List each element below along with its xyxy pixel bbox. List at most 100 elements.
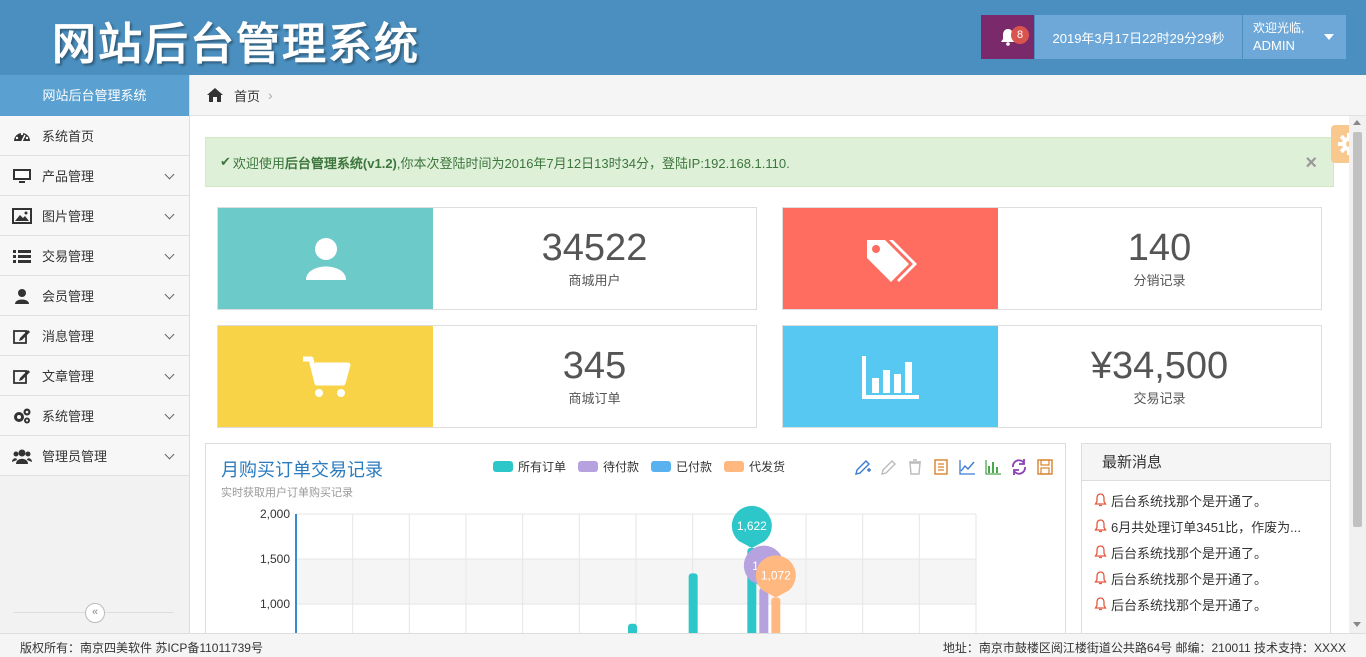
sidebar-item-home[interactable]: 系统首页 xyxy=(0,116,189,156)
stat-value: 345 xyxy=(562,345,627,387)
news-item[interactable]: 后台系统找那个是开通了。 xyxy=(1082,539,1330,565)
sidebar-item-label: 会员管理 xyxy=(42,289,95,304)
news-list: 后台系统找那个是开通了。 6月共处理订单3451比，作废为... 后台系统找那个… xyxy=(1082,481,1330,617)
chevron-down-icon xyxy=(164,209,175,220)
stat-value: 140 xyxy=(1127,227,1192,269)
edit-icon xyxy=(12,368,32,384)
sidebar-item-members[interactable]: 会员管理 xyxy=(0,276,189,316)
chevron-down-icon xyxy=(164,369,175,380)
sidebar-item-system[interactable]: 系统管理 xyxy=(0,396,189,436)
sidebar-item-articles[interactable]: 文章管理 xyxy=(0,356,189,396)
chevron-down-icon xyxy=(164,409,175,420)
tags-icon xyxy=(866,239,917,282)
scroll-down-arrow-icon[interactable] xyxy=(1353,622,1361,627)
sidebar-title: 网站后台管理系统 xyxy=(0,75,189,116)
stat-card-distribution[interactable]: 140 分销记录 xyxy=(782,207,1322,310)
y-tick-label: 2,000 xyxy=(260,507,290,521)
stat-icon-box xyxy=(218,326,433,427)
sidebar-item-products[interactable]: 产品管理 xyxy=(0,156,189,196)
breadcrumb-separator: › xyxy=(268,87,273,103)
news-text: 后台系统找那个是开通了。 xyxy=(1111,597,1268,613)
sidebar-item-label: 管理员管理 xyxy=(42,449,108,464)
sidebar-item-label: 图片管理 xyxy=(42,209,95,224)
news-item[interactable]: 6月共处理订单3451比，作废为... xyxy=(1082,513,1330,539)
welcome-alert: ✔ 欢迎使用 后台管理系统(v1.2) ,你本次登陆时间为2016年7月12日13时… xyxy=(205,137,1334,187)
stat-value: ¥34,500 xyxy=(1090,345,1229,387)
collapse-sidebar-button[interactable]: « xyxy=(85,603,105,623)
user-icon xyxy=(12,288,32,304)
sidebar-item-messages[interactable]: 消息管理 xyxy=(0,316,189,356)
current-datetime: 2019年3月17日22时29分29秒 xyxy=(1035,15,1242,59)
stat-card-orders[interactable]: 345 商城订单 xyxy=(217,325,757,428)
chevron-down-icon xyxy=(164,249,175,260)
stat-value: 34522 xyxy=(541,227,648,269)
latest-news-panel: 最新消息 后台系统找那个是开通了。 6月共处理订单3451比，作废为... 后台… xyxy=(1081,443,1331,643)
cogs-icon xyxy=(12,408,32,424)
order-chart-plot: 2,0001,5001,0001,6221,181,072 xyxy=(260,505,977,642)
edit-icon xyxy=(12,328,32,344)
page-footer: 版权所有：南京四美软件 苏ICP备11011739号 地址：南京市鼓楼区阅江楼街… xyxy=(0,633,1366,657)
picture-icon xyxy=(12,207,32,224)
chevron-down-icon xyxy=(164,289,175,300)
notifications-button[interactable]: 8 xyxy=(981,15,1034,59)
news-text: 6月共处理订单3451比，作废为... xyxy=(1111,519,1301,535)
alert-message: ,你本次登陆时间为2016年7月12日13时34分，登陆IP:192.168.1… xyxy=(396,155,790,171)
site-logo: 网站后台管理系统 xyxy=(52,19,420,70)
sidebar-item-transactions[interactable]: 交易管理 xyxy=(0,236,189,276)
y-tick-label: 1,000 xyxy=(260,597,290,611)
order-chart-panel: 月购买订单交易记录 实时获取用户订单购买记录 所有订单 待付款 已付款 代发货 xyxy=(205,443,1066,643)
bell-icon xyxy=(1094,597,1107,611)
sidebar-item-label: 交易管理 xyxy=(42,249,95,264)
dashboard-icon xyxy=(12,128,32,144)
sidebar-item-label: 文章管理 xyxy=(42,369,95,384)
footer-copyright: 版权所有：南京四美软件 苏ICP备11011739号 xyxy=(20,641,263,655)
sidebar: 网站后台管理系统 系统首页 产品管理 图片管理 交易管理 会员管理 消息管理 文… xyxy=(0,75,190,633)
bar-chart-icon xyxy=(861,355,919,399)
scroll-up-arrow-icon[interactable] xyxy=(1353,120,1361,125)
user-icon xyxy=(305,237,346,280)
group-icon xyxy=(12,448,32,464)
chart-marker-label: 1,622 xyxy=(737,519,767,533)
stat-label: 分销记录 xyxy=(1133,273,1186,288)
breadcrumb-home-link[interactable]: 首页 xyxy=(234,86,260,105)
chevron-down-icon xyxy=(164,449,175,460)
news-item[interactable]: 后台系统找那个是开通了。 xyxy=(1082,487,1330,513)
sidebar-item-label: 消息管理 xyxy=(42,329,95,344)
alert-system-name: 后台管理系统(v1.2) xyxy=(284,155,397,171)
chevron-down-icon xyxy=(164,169,175,180)
sidebar-item-label: 产品管理 xyxy=(42,169,95,184)
news-text: 后台系统找那个是开通了。 xyxy=(1111,493,1268,509)
bell-icon xyxy=(1094,545,1107,559)
alert-close-button[interactable]: × xyxy=(1305,152,1317,175)
news-item[interactable]: 后台系统找那个是开通了。 xyxy=(1082,565,1330,591)
stat-label: 交易记录 xyxy=(1133,391,1186,406)
sidebar-item-admins[interactable]: 管理员管理 xyxy=(0,436,189,476)
caret-down-icon xyxy=(1324,34,1334,40)
scrollbar-thumb[interactable] xyxy=(1353,132,1362,527)
bell-icon xyxy=(1094,493,1107,507)
cart-icon xyxy=(302,356,350,397)
y-tick-label: 1,500 xyxy=(260,552,290,566)
notification-count-badge: 8 xyxy=(1011,26,1029,44)
stat-icon-box xyxy=(783,208,998,309)
bell-icon xyxy=(1094,519,1107,533)
stat-card-users[interactable]: 34522 商城用户 xyxy=(217,207,757,310)
stat-icon-box xyxy=(783,326,998,427)
top-header: 网站后台管理系统 8 2019年3月17日22时29分29秒 欢迎光临, ADM… xyxy=(0,0,1366,75)
bell-icon xyxy=(1094,571,1107,585)
chart-marker-label: 1,072 xyxy=(761,569,791,583)
page-scrollbar[interactable] xyxy=(1349,116,1366,633)
stat-label: 商城订单 xyxy=(568,391,621,406)
alert-prefix: 欢迎使用 xyxy=(232,155,285,171)
user-menu-dropdown[interactable]: 欢迎光临, ADMIN xyxy=(1243,15,1346,59)
chevron-down-icon xyxy=(164,329,175,340)
stat-label: 商城用户 xyxy=(568,273,621,288)
sidebar-item-label: 系统首页 xyxy=(42,129,95,144)
sidebar-item-images[interactable]: 图片管理 xyxy=(0,196,189,236)
stat-card-transactions[interactable]: ¥34,500 交易记录 xyxy=(782,325,1322,428)
breadcrumb: 首页 › xyxy=(190,75,1366,116)
news-item[interactable]: 后台系统找那个是开通了。 xyxy=(1082,591,1330,617)
monitor-icon xyxy=(12,168,32,184)
home-icon xyxy=(207,88,223,102)
list-icon xyxy=(12,248,32,264)
